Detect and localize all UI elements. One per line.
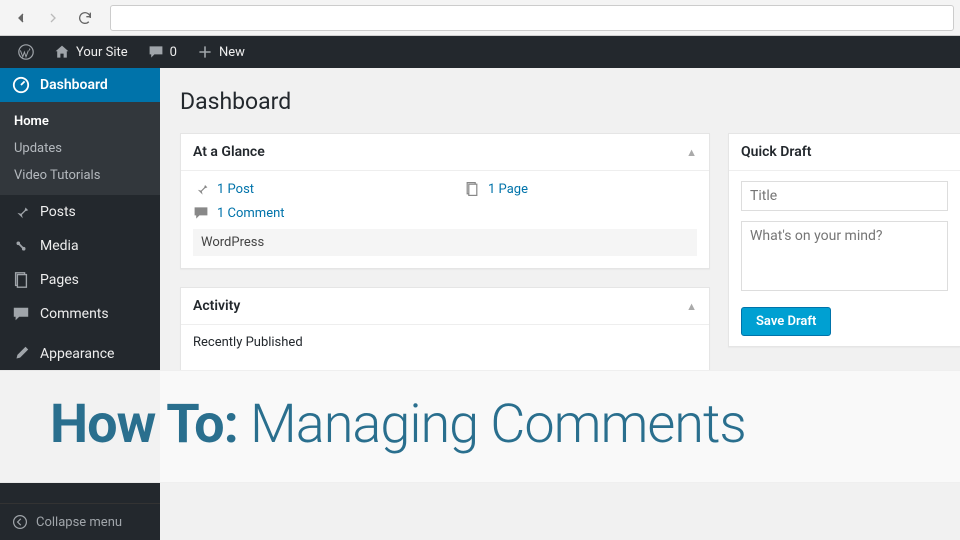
menu-label: Dashboard [40, 77, 108, 93]
menu-label: Comments [40, 306, 109, 322]
plus-icon [197, 44, 213, 60]
submenu-home[interactable]: Home [0, 108, 160, 135]
toggle-icon: ▲ [686, 300, 697, 313]
menu-pages[interactable]: Pages [0, 263, 160, 297]
collapse-label: Collapse menu [36, 515, 122, 530]
browser-toolbar [0, 0, 960, 36]
activity-header[interactable]: Activity ▲ [181, 288, 709, 325]
glance-posts-text: 1 Post [217, 182, 254, 197]
pages-icon [12, 271, 30, 289]
draft-content-textarea[interactable] [741, 221, 948, 291]
menu-posts[interactable]: Posts [0, 195, 160, 229]
collapse-menu[interactable]: Collapse menu [0, 503, 160, 540]
at-a-glance-box: At a Glance ▲ 1 Post 1 Page [180, 133, 710, 269]
new-content-link[interactable]: New [187, 36, 255, 68]
dashboard-icon [12, 76, 30, 94]
tutorial-title-overlay: How To: Managing Comments [0, 370, 960, 483]
menu-label: Pages [40, 272, 79, 288]
comments-link[interactable]: 0 [138, 36, 187, 68]
box-title: Activity [193, 298, 240, 314]
toggle-icon: ▲ [686, 146, 697, 159]
box-title: Quick Draft [741, 144, 811, 160]
box-title: At a Glance [193, 144, 265, 160]
activity-recently: Recently Published [193, 335, 697, 350]
comment-icon [193, 205, 209, 221]
comment-icon [148, 44, 164, 60]
forward-button[interactable] [38, 4, 68, 32]
comments-count: 0 [170, 45, 177, 60]
quick-draft-header[interactable]: Quick Draft [729, 134, 960, 171]
menu-media[interactable]: Media [0, 229, 160, 263]
wp-adminbar: Your Site 0 New [0, 36, 960, 68]
menu-comments[interactable]: Comments [0, 297, 160, 331]
at-a-glance-header[interactable]: At a Glance ▲ [181, 134, 709, 171]
url-input[interactable] [110, 5, 954, 31]
reload-button[interactable] [70, 4, 100, 32]
wp-version: WordPress [193, 229, 697, 256]
wp-logo-menu[interactable] [8, 36, 44, 68]
site-name-link[interactable]: Your Site [44, 36, 138, 68]
collapse-icon [12, 514, 28, 530]
site-name: Your Site [76, 45, 128, 60]
dashboard-submenu: Home Updates Video Tutorials [0, 102, 160, 195]
pages-icon [464, 181, 480, 197]
draft-title-input[interactable] [741, 181, 948, 211]
menu-label: Appearance [40, 346, 114, 362]
page-title: Dashboard [180, 88, 960, 115]
glance-comments-link[interactable]: 1 Comment [193, 205, 285, 221]
menu-label: Posts [40, 204, 76, 220]
quick-draft-box: Quick Draft Save Draft [728, 133, 960, 347]
glance-pages-text: 1 Page [488, 182, 528, 197]
overlay-prefix: How To: [50, 393, 238, 456]
overlay-rest: Managing Comments [238, 393, 746, 456]
submenu-updates[interactable]: Updates [0, 135, 160, 162]
new-label: New [219, 45, 245, 60]
submenu-tutorials[interactable]: Video Tutorials [0, 162, 160, 189]
home-icon [54, 44, 70, 60]
menu-dashboard[interactable]: Dashboard [0, 68, 160, 102]
glance-comments-text: 1 Comment [217, 206, 285, 221]
save-draft-button[interactable]: Save Draft [741, 307, 831, 336]
media-icon [12, 237, 30, 255]
pin-icon [193, 181, 209, 197]
glance-posts-link[interactable]: 1 Post [193, 181, 254, 197]
menu-appearance[interactable]: Appearance [0, 337, 160, 371]
menu-label: Media [40, 238, 79, 254]
pin-icon [12, 203, 30, 221]
glance-pages-link[interactable]: 1 Page [464, 181, 528, 197]
comment-icon [12, 305, 30, 323]
back-button[interactable] [6, 4, 36, 32]
brush-icon [12, 345, 30, 363]
wordpress-logo-icon [18, 44, 34, 60]
